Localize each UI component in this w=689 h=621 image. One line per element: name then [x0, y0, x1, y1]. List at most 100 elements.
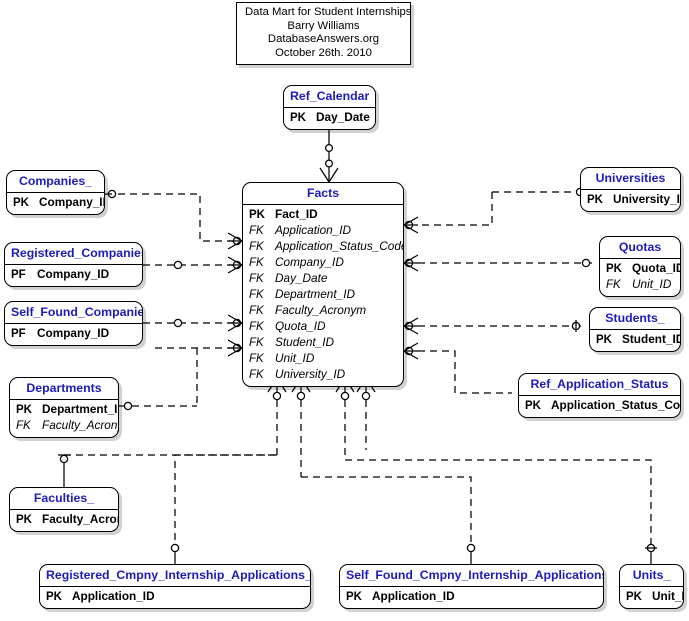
attribute-key: PK: [16, 514, 32, 526]
attribute-key: FK: [249, 289, 264, 301]
rel-regcomp-facts: [143, 256, 243, 274]
attribute-name: Application_ID: [275, 223, 352, 237]
attribute-key: FK: [16, 420, 31, 432]
entity-self_found_companies[interactable]: Self_Found_Companies PF Company_ID: [4, 301, 143, 346]
entity-attributes-facts: PK Fact_ID FK Application_ID FK Application_S…: [243, 205, 403, 386]
entity-registered_companies[interactable]: Registered_Companies PF Company_ID: [4, 242, 143, 287]
attribute-row: FK Company_ID: [243, 255, 403, 271]
attribute-key: FK: [249, 321, 264, 333]
rel-selfapps-facts: [291, 377, 476, 564]
attribute-name: Company_ID: [37, 326, 110, 340]
attribute-key: PK: [525, 400, 541, 412]
title-line-2: Barry Williams: [287, 19, 360, 32]
attribute-name: Quota_ID: [275, 319, 326, 333]
entity-title-companies: Companies_: [7, 171, 104, 193]
attribute-name: Application_Status_Code: [551, 398, 681, 412]
entity-title-students: Students_: [590, 308, 680, 330]
attribute-row: FK Unit_ID: [600, 277, 680, 293]
entity-attributes-self_found_cmpny_internship_applications: PK Application_ID: [340, 587, 603, 608]
attribute-row: FK Faculty_Acronym: [243, 303, 403, 319]
attribute-name: Unit_ID: [275, 351, 315, 365]
attribute-row: FK Application_Status_Code: [243, 239, 403, 255]
attribute-key: FK: [249, 369, 264, 381]
attribute-row: PK Faculty_Acronym: [10, 512, 118, 528]
entity-universities[interactable]: Universities PK University_ID: [580, 167, 681, 212]
rel-departments-facts: [119, 401, 197, 411]
entity-units[interactable]: Units_ PK Unit_ID: [619, 564, 684, 609]
entity-title-self_found_companies: Self_Found_Companies: [5, 302, 142, 324]
attribute-key: PK: [587, 194, 603, 206]
entity-title-ref_application_status: Ref_Application_Status: [519, 374, 680, 396]
entity-facts[interactable]: Facts PK Fact_ID FK Application_ID FK Applicat…: [242, 182, 404, 387]
entity-ref_application_status[interactable]: Ref_Application_Status PK Application_Stat…: [518, 373, 681, 418]
attribute-name: Day_Date: [275, 271, 328, 285]
entity-attributes-students: PK Student_ID: [590, 330, 680, 351]
entity-title-ref_calendar: Ref_Calendar: [284, 86, 375, 108]
attribute-key: PK: [290, 112, 306, 124]
attribute-row: PF Company_ID: [5, 326, 142, 342]
attribute-name: Quota_ID: [632, 261, 681, 275]
attribute-row: PK Unit_ID: [620, 589, 683, 605]
entity-self_found_cmpny_internship_applications[interactable]: Self_Found_Cmpny_Internship_Applications…: [339, 564, 604, 609]
attribute-row: PK University_ID: [581, 192, 680, 208]
attribute-row: PK Day_Date: [284, 110, 375, 126]
attribute-name: Day_Date: [316, 110, 370, 124]
attribute-key: FK: [249, 257, 264, 269]
entity-title-departments: Departments: [10, 378, 118, 400]
entity-title-quotas: Quotas: [600, 237, 680, 259]
attribute-key: FK: [249, 241, 264, 253]
entity-attributes-faculties: PK Faculty_Acronym: [10, 510, 118, 531]
attribute-key: PK: [596, 334, 612, 346]
attribute-row: PK Application_ID: [340, 589, 603, 605]
attribute-name: Company_ID: [275, 255, 344, 269]
attribute-key: FK: [249, 305, 264, 317]
rel-facts-bottom-4: [356, 377, 376, 450]
attribute-name: Application_ID: [372, 589, 455, 603]
rel-regapps-facts: [170, 377, 287, 564]
attribute-name: Department_ID: [42, 402, 119, 416]
attribute-row: PK Company_ID: [7, 195, 104, 211]
rel-quotas-facts: [403, 254, 592, 272]
entity-attributes-registered_cmpny_internship_applications: PK Application_ID: [40, 587, 310, 608]
entity-title-self_found_cmpny_internship_applications: Self_Found_Cmpny_Internship_Applications…: [340, 565, 603, 587]
entity-attributes-self_found_companies: PF Company_ID: [5, 324, 142, 345]
attribute-name: Department_ID: [275, 287, 355, 301]
entity-attributes-ref_application_status: PK Application_Status_Code: [519, 396, 680, 417]
attribute-row: FK University_ID: [243, 367, 403, 383]
entity-companies[interactable]: Companies_ PK Company_ID: [6, 170, 105, 215]
entity-attributes-companies: PK Company_ID: [7, 193, 104, 214]
attribute-name: University_ID: [275, 367, 346, 381]
attribute-key: FK: [249, 353, 264, 365]
rel-calendar-facts: [319, 130, 339, 183]
entity-attributes-universities: PK University_ID: [581, 190, 680, 211]
entity-ref_calendar[interactable]: Ref_Calendar PK Day_Date: [283, 85, 376, 130]
rel-universities-facts: [403, 187, 585, 234]
rel-faculties-facts: [58, 454, 275, 487]
attribute-row: PF Company_ID: [5, 267, 142, 283]
entity-attributes-registered_companies: PF Company_ID: [5, 265, 142, 286]
attribute-row: FK Student_ID: [243, 335, 403, 351]
attribute-row: PK Student_ID: [590, 332, 680, 348]
attribute-key: FK: [249, 273, 264, 285]
entity-students[interactable]: Students_ PK Student_ID: [589, 307, 681, 352]
attribute-row: PK Quota_ID: [600, 261, 680, 277]
attribute-name: University_ID: [613, 192, 681, 206]
attribute-name: Company_ID: [37, 267, 110, 281]
erd-canvas: Data Mart for Student Internships Barry …: [0, 0, 689, 621]
attribute-row: PK Department_ID: [10, 402, 118, 418]
entity-registered_cmpny_internship_applications[interactable]: Registered_Cmpny_Internship_Applications…: [39, 564, 311, 609]
attribute-row: FK Quota_ID: [243, 319, 403, 335]
attribute-row: FK Department_ID: [243, 287, 403, 303]
rel-selfcomp-facts-alt: [155, 339, 243, 404]
attribute-name: Application_ID: [72, 589, 155, 603]
entity-departments[interactable]: Departments PK Department_ID FK Faculty_Acro…: [9, 377, 119, 438]
attribute-name: Faculty_Acronym: [275, 303, 367, 317]
entity-title-facts: Facts: [243, 183, 403, 205]
entity-quotas[interactable]: Quotas PK Quota_ID FK Unit_ID: [599, 236, 681, 297]
entity-title-registered_companies: Registered_Companies: [5, 243, 142, 265]
attribute-key: PK: [346, 591, 362, 603]
rel-appstatus-facts: [403, 342, 512, 394]
entity-attributes-ref_calendar: PK Day_Date: [284, 108, 375, 129]
entity-faculties[interactable]: Faculties_ PK Faculty_Acronym: [9, 487, 119, 532]
attribute-key: FK: [249, 337, 264, 349]
